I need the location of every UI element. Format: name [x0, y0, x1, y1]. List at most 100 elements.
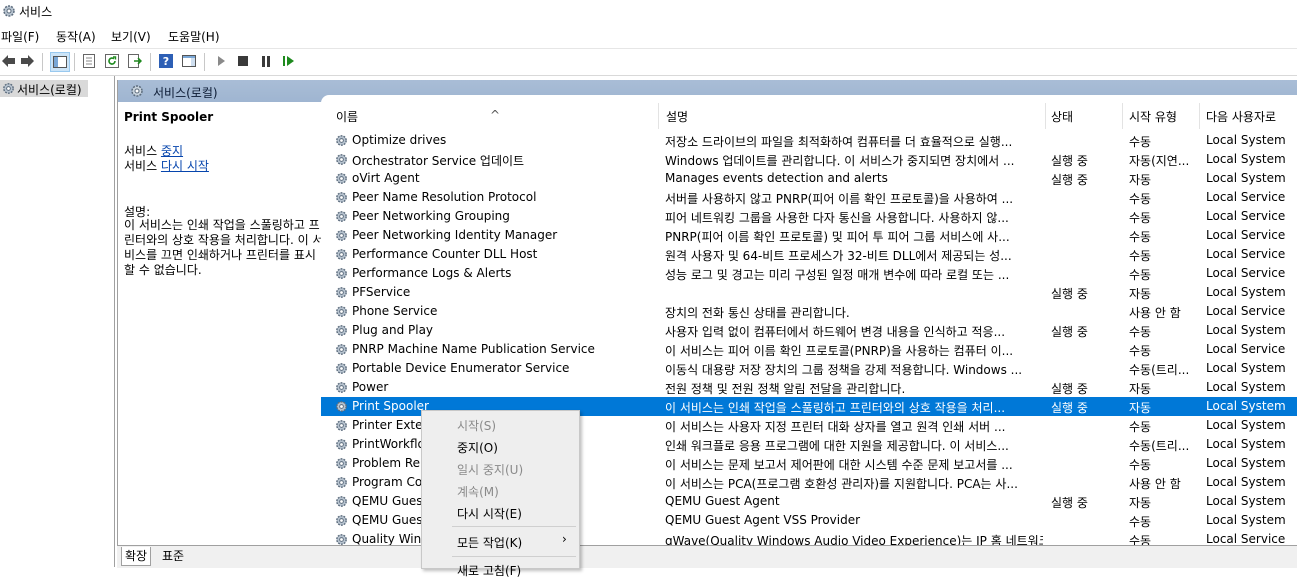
context-stop[interactable]: 중지(O)	[457, 439, 498, 456]
service-gear-icon	[334, 437, 349, 455]
svg-text:?: ?	[163, 55, 169, 68]
cell-logon: Local Service	[1206, 228, 1286, 242]
column-separator[interactable]	[1199, 103, 1200, 129]
cell-logon: Local System	[1206, 380, 1286, 394]
table-row[interactable]: Peer Networking Identity Manager PNRP(피어 …	[321, 226, 1297, 245]
cell-name: PFService	[352, 285, 411, 299]
cell-name: Plug and Play	[352, 323, 434, 337]
stop-service-icon[interactable]	[234, 52, 252, 70]
main-header-label: 서비스(로컬)	[153, 86, 218, 100]
cell-status: 실행 중	[1051, 496, 1088, 510]
cell-logon: Local Service	[1206, 304, 1286, 318]
column-header-status[interactable]: 상태	[1051, 108, 1073, 125]
toolbar-separator	[42, 53, 43, 71]
stop-service-link[interactable]: 중지	[161, 144, 183, 158]
cell-logon: Local Service	[1206, 266, 1286, 280]
view-tabs: 확장 표준	[117, 545, 1297, 568]
cell-name: Optimize drives	[352, 133, 447, 147]
detail-desc-text: 이 서비스는 인쇄 작업을 스풀링하고 프린터와의 상호 작용을 처리합니다. …	[124, 218, 324, 277]
service-gear-icon	[334, 190, 349, 208]
cell-name: Peer Name Resolution Protocol	[352, 190, 537, 204]
cell-name: PNRP Machine Name Publication Service	[352, 342, 595, 356]
column-separator[interactable]	[1045, 103, 1046, 129]
cell-description: QEMU Guest Agent	[665, 494, 780, 508]
menu-file[interactable]: 파일(F)	[1, 28, 39, 45]
column-header-startup-type[interactable]: 시작 유형	[1129, 108, 1177, 125]
service-gear-icon	[334, 342, 349, 360]
cell-description: 피어 네트워킹 그룹을 사용한 다자 통신을 사용합니다. 사용하지 않...	[665, 211, 1009, 225]
cell-startup-type: 수동	[1129, 268, 1152, 282]
restart-service-icon[interactable]	[280, 52, 298, 70]
table-row[interactable]: Phone Service 장치의 전화 통신 상태를 관리합니다. 사용 안 함 L…	[321, 302, 1297, 321]
column-header-description[interactable]: 설명	[666, 108, 688, 125]
menu-action[interactable]: 동작(A)	[56, 28, 96, 45]
tab-standard[interactable]: 표준	[159, 547, 187, 565]
back-arrow-icon[interactable]	[0, 52, 18, 70]
column-separator[interactable]	[1122, 103, 1123, 129]
window-title: 서비스	[19, 5, 53, 19]
service-gear-icon	[334, 475, 349, 493]
tree-item-label: 서비스(로컬)	[17, 83, 82, 97]
service-gear-icon	[334, 456, 349, 474]
cell-startup-type: 수동(트리...	[1129, 439, 1190, 453]
cell-logon: Local Service	[1206, 247, 1286, 261]
cell-description: 이 서비스는 피어 이름 확인 프로토콜(PNRP)을 사용하는 컴퓨터 이..…	[665, 344, 1014, 358]
show-hide-console-tree-icon[interactable]	[50, 52, 70, 72]
start-service-icon[interactable]	[212, 52, 230, 70]
forward-arrow-icon[interactable]	[18, 52, 36, 70]
table-row[interactable]: Peer Networking Grouping 피어 네트워킹 그룹을 사용한 …	[321, 207, 1297, 226]
table-row[interactable]: Orchestrator Service 업데이트 Windows 업데이트를 관…	[321, 150, 1297, 169]
table-row[interactable]: oVirt Agent Manages events detection and…	[321, 169, 1297, 188]
cell-description: 이 서비스는 인쇄 작업을 스풀링하고 프린터와의 상호 작용을 처리...	[665, 401, 1006, 415]
tab-extended[interactable]: 확장	[121, 547, 152, 566]
service-gear-icon	[334, 532, 349, 545]
cell-startup-type: 자동	[1129, 173, 1152, 187]
pause-service-icon[interactable]	[257, 52, 275, 70]
table-row[interactable]: Peer Name Resolution Protocol 서버를 사용하지 않고…	[321, 188, 1297, 207]
context-restart[interactable]: 다시 시작(E)	[457, 505, 522, 522]
table-row[interactable]: Performance Counter DLL Host 원격 사용자 및 64-…	[321, 245, 1297, 264]
menu-help[interactable]: 도움말(H)	[168, 28, 220, 45]
column-separator[interactable]	[658, 103, 659, 129]
export-list-icon[interactable]	[126, 52, 144, 70]
context-all-tasks[interactable]: 모든 작업(K)	[457, 534, 522, 551]
column-header-logon[interactable]: 다음 사용자로	[1206, 108, 1276, 125]
context-refresh[interactable]: 새로 고침(F)	[457, 562, 521, 579]
cell-startup-type: 수동	[1129, 458, 1152, 472]
context-separator	[452, 526, 576, 527]
cell-logon: Local System	[1206, 437, 1286, 451]
cell-startup-type: 사용 안 함	[1129, 477, 1181, 491]
service-gear-icon	[334, 380, 349, 398]
properties-icon[interactable]	[80, 52, 98, 70]
cell-startup-type: 자동	[1129, 496, 1152, 510]
cell-description: qWave(Quality Windows Audio Video Experi…	[665, 534, 1043, 545]
cell-startup-type: 자동(지연...	[1129, 154, 1190, 168]
table-row[interactable]: Performance Logs & Alerts 성능 로그 및 경고는 미리 …	[321, 264, 1297, 283]
table-row[interactable]: Power 전원 정책 및 전원 정책 알림 전달을 관리합니다. 실행 중 자동 Lo…	[321, 378, 1297, 397]
tree-item-services-local[interactable]: 서비스(로컬)	[0, 80, 88, 97]
cell-name: Phone Service	[352, 304, 438, 318]
show-action-pane-icon[interactable]	[180, 52, 198, 70]
service-gear-icon	[334, 418, 349, 436]
table-row[interactable]: Portable Device Enumerator Service 이동식 대용…	[321, 359, 1297, 378]
table-row[interactable]: Plug and Play 사용자 입력 없이 컴퓨터에서 하드웨어 변경 내용을…	[321, 321, 1297, 340]
table-row[interactable]: PNRP Machine Name Publication Service 이 서…	[321, 340, 1297, 359]
cell-name: Portable Device Enumerator Service	[352, 361, 570, 375]
cell-startup-type: 수동	[1129, 420, 1152, 434]
table-row[interactable]: Optimize drives 저장소 드라이브의 파일을 최적화하여 컴퓨터를 …	[321, 131, 1297, 150]
cell-logon: Local System	[1206, 418, 1286, 432]
menu-bar: 파일(F) 동작(A) 보기(V) 도움말(H)	[0, 26, 1297, 46]
context-resume: 계속(M)	[457, 485, 499, 499]
column-header-name[interactable]: 이름	[336, 108, 358, 125]
help-icon[interactable]: ?	[157, 52, 175, 70]
menu-view[interactable]: 보기(V)	[111, 28, 151, 45]
cell-logon: Local Service	[1206, 532, 1286, 545]
cell-startup-type: 자동	[1129, 287, 1152, 301]
refresh-icon[interactable]	[103, 52, 121, 70]
cell-name: Peer Networking Identity Manager	[352, 228, 558, 242]
cell-logon: Local System	[1206, 513, 1286, 527]
restart-service-link[interactable]: 다시 시작	[161, 159, 209, 173]
cell-description: 사용자 입력 없이 컴퓨터에서 하드웨어 변경 내용을 인식하고 적응...	[665, 325, 1006, 339]
cell-logon: Local System	[1206, 323, 1286, 337]
table-row[interactable]: PFService 실행 중 자동 Local System	[321, 283, 1297, 302]
